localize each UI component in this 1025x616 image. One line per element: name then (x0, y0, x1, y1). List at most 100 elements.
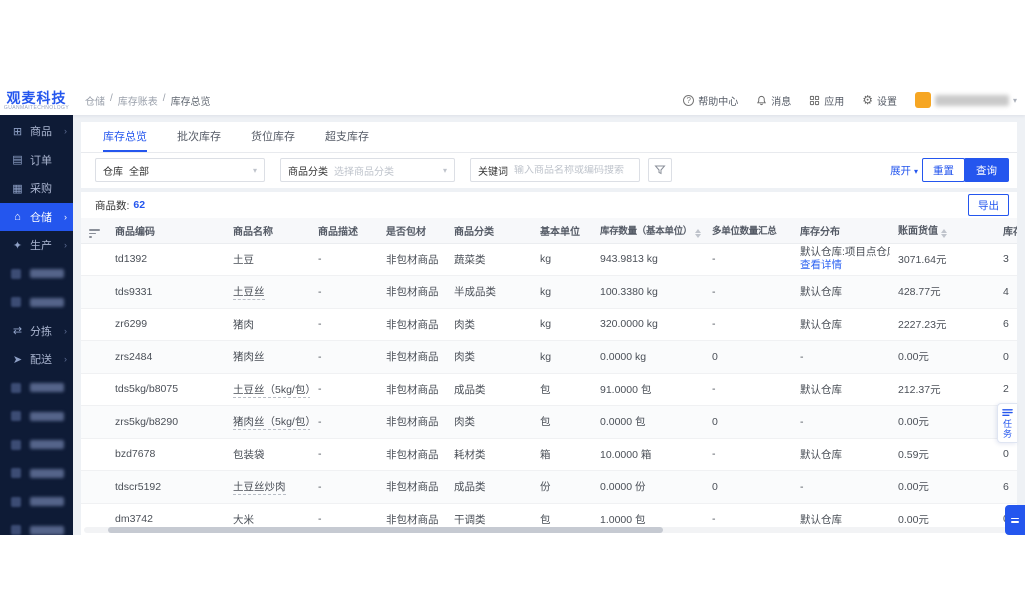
cell-desc: - (310, 308, 378, 341)
table-filter-icon[interactable] (89, 229, 100, 238)
view-details-link[interactable]: 查看详情 (800, 259, 882, 272)
cell-category: 成品类 (446, 373, 532, 406)
product-count-value: 62 (133, 199, 146, 211)
purchase-icon: ▦ (12, 182, 23, 195)
sidebar-item-goods[interactable]: ⊞ 商品 › (0, 117, 73, 146)
table-row[interactable]: tdscr5192 土豆丝炒肉 - 非包材商品 成品类 份 0.0000 份 0… (81, 470, 1017, 504)
sidebar-item-redacted[interactable] (0, 516, 73, 535)
cell-distribution: - (792, 405, 890, 439)
table-row[interactable]: td1392 土豆 - 非包材商品 蔬菜类 kg 943.9813 kg - 默… (81, 243, 1017, 276)
goods-grid-icon: ⊞ (12, 125, 23, 138)
product-name[interactable]: 土豆丝（5kg/包） (233, 383, 310, 398)
product-name[interactable]: 土豆丝 (233, 286, 265, 301)
apps-button[interactable]: 应用 (809, 93, 844, 108)
breadcrumb-separator: / (110, 92, 113, 104)
cell-desc: - (310, 405, 378, 439)
table-row[interactable]: zrs2484 猪肉丝 - 非包材商品 肉类 kg 0.0000 kg 0 - … (81, 340, 1017, 374)
cell-name: 土豆丝炒肉 (225, 470, 310, 504)
table-row[interactable]: zr6299 猪肉 - 非包材商品 肉类 kg 320.0000 kg - 默认… (81, 308, 1017, 341)
sidebar-item-purchase[interactable]: ▦ 采购 (0, 174, 73, 203)
product-name[interactable]: 土豆丝炒肉 (233, 481, 286, 496)
table-row[interactable]: tds5kg/b8075 土豆丝（5kg/包） - 非包材商品 成品类 包 91… (81, 373, 1017, 406)
apps-label: 应用 (824, 96, 845, 108)
messages-button[interactable]: 消息 (756, 93, 791, 108)
table-row[interactable]: tds9331 土豆丝 - 非包材商品 半成品类 kg 100.3380 kg … (81, 275, 1017, 309)
cell-qty: 100.3380 kg (592, 275, 704, 309)
category-select[interactable]: 商品分类 选择商品分类 ▾ (280, 158, 455, 182)
sidebar-item-sorting[interactable]: ⇄ 分拣 › (0, 317, 73, 346)
sorting-icon: ⇄ (12, 325, 23, 338)
cell-value: 3071.64元 (890, 243, 995, 276)
table-header-row: 商品编码 商品名称 商品描述 是否包材 商品分类 基本单位 库存数量（基本单位）… (81, 218, 1017, 244)
help-center-button[interactable]: ? 帮助中心 (683, 93, 738, 108)
sidebar-item-delivery[interactable]: ➤ 配送 › (0, 345, 73, 374)
sidebar-item-redacted[interactable] (0, 488, 73, 517)
table-row[interactable]: bzd7678 包装袋 - 非包材商品 耗材类 箱 10.0000 箱 - 默认… (81, 438, 1017, 471)
tab-stock-overview[interactable]: 库存总览 (103, 122, 147, 152)
cell-unit: 包 (532, 405, 592, 439)
sidebar-item-orders[interactable]: ▤ 订单 (0, 146, 73, 175)
sidebar-item-redacted[interactable] (0, 431, 73, 460)
tab-location-stock[interactable]: 货位库存 (251, 122, 295, 152)
product-name[interactable]: 猪肉丝（5kg/包） (233, 416, 310, 431)
sidebar-item-redacted[interactable] (0, 260, 73, 289)
cell-distribution: 默认仓库 (792, 438, 890, 471)
cell-packing: 非包材商品 (378, 470, 446, 504)
keyword-input[interactable] (514, 164, 632, 176)
scrollbar-thumb[interactable] (108, 527, 663, 533)
redacted-label (30, 440, 64, 450)
apps-grid-icon (810, 95, 820, 105)
distribution-text: 默认仓库:项目点仓库 (800, 246, 890, 259)
breadcrumb-item-warehouse[interactable]: 仓储 (85, 93, 105, 108)
cell-value: 2227.23元 (890, 308, 995, 341)
column-config-cell (81, 218, 107, 244)
sidebar-item-redacted[interactable] (0, 374, 73, 403)
search-button[interactable]: 查询 (964, 158, 1009, 182)
floating-bottom-widget[interactable] (1005, 505, 1025, 535)
warehouse-select[interactable]: 仓库 全部 ▾ (95, 158, 265, 182)
breadcrumb-item-ledger[interactable]: 库存账表 (118, 93, 158, 108)
task-panel-tab[interactable]: 任务 (997, 403, 1017, 443)
export-button[interactable]: 导出 (968, 194, 1009, 216)
cell-value: 212.37元 (890, 373, 995, 406)
cell-value: 0.59元 (890, 438, 995, 471)
horizontal-scrollbar[interactable] (84, 527, 1014, 533)
task-waves-icon (1002, 408, 1013, 416)
redacted-label (30, 269, 64, 279)
inventory-tabs: 库存总览 批次库存 货位库存 超支库存 (81, 122, 1017, 153)
settings-button[interactable]: ⚙ 设置 (862, 93, 897, 108)
redacted-icon (11, 439, 21, 450)
chevron-right-icon: › (64, 211, 67, 222)
redacted-label (30, 411, 64, 421)
sort-carets-icon[interactable] (695, 228, 702, 238)
warehouse-value: 全部 (129, 166, 149, 178)
chevron-down-icon: ▾ (442, 165, 447, 175)
tab-overdraft-stock[interactable]: 超支库存 (325, 122, 369, 152)
sidebar-item-production[interactable]: ✦ 生产 › (0, 231, 73, 260)
sort-carets-icon[interactable] (941, 229, 947, 239)
reset-button[interactable]: 重置 (922, 158, 965, 182)
cell-qty: 10.0000 箱 (592, 438, 704, 471)
topbar-actions: ? 帮助中心 消息 应用 ⚙ 设置 ▾ (683, 92, 1025, 108)
advanced-filter-button[interactable] (648, 158, 672, 182)
sidebar-item-redacted[interactable] (0, 288, 73, 317)
user-menu[interactable]: ▾ (914, 92, 1017, 108)
table-row[interactable]: zrs5kg/b8290 猪肉丝（5kg/包） - 非包材商品 肉类 包 0.0… (81, 405, 1017, 439)
cell-multi: - (704, 438, 792, 471)
cell-unit: kg (532, 340, 592, 374)
redacted-icon (11, 268, 21, 279)
cell-qty: 320.0000 kg (592, 308, 704, 341)
tab-batch-stock[interactable]: 批次库存 (177, 122, 221, 152)
expand-toggle[interactable]: 展开 ▾ (890, 163, 918, 178)
sidebar-item-redacted[interactable] (0, 459, 73, 488)
category-label: 商品分类 (288, 166, 328, 178)
sidebar-item-warehouse[interactable]: ⌂ 仓储 › (0, 202, 73, 231)
order-doc-icon: ▤ (12, 154, 23, 167)
redacted-label (30, 297, 64, 307)
warehouse-icon: ⌂ (14, 210, 21, 223)
category-placeholder: 选择商品分类 (334, 166, 394, 178)
widget-bar-icon (1011, 517, 1019, 519)
sidebar-item-redacted[interactable] (0, 402, 73, 431)
cell-unit: 份 (532, 470, 592, 504)
cell-distribution: 默认仓库 (792, 275, 890, 309)
